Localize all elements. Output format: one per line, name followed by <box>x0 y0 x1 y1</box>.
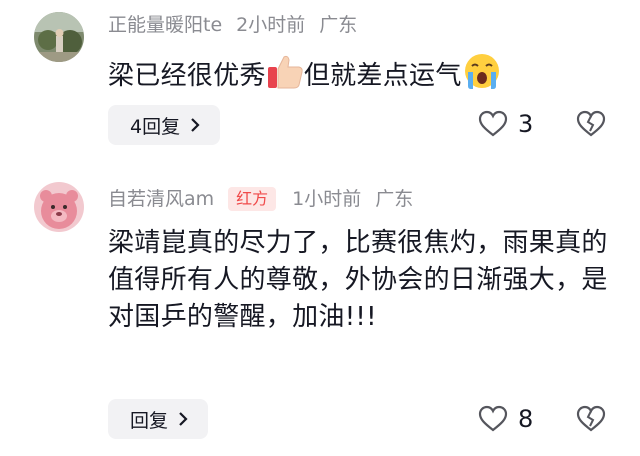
location: 广东 <box>375 188 414 210</box>
location: 广东 <box>319 14 358 36</box>
like-button[interactable]: 3 <box>478 110 533 138</box>
chevron-right-icon <box>191 118 200 132</box>
username[interactable]: 正能量暖阳te <box>108 14 222 36</box>
crying-face-icon <box>462 52 502 101</box>
heart-icon <box>478 405 508 432</box>
broken-heart-icon <box>576 405 606 432</box>
thumbs-up-icon <box>266 54 304 101</box>
comment-text: 梁靖崑真的尽力了，比赛很焦灼，雨果真的值得所有人的尊敬，外协会的日渐强大，是对国… <box>108 228 608 332</box>
fan-badge: 红方 <box>228 187 277 211</box>
reply-button[interactable]: 4回复 <box>108 105 221 145</box>
dislike-button[interactable] <box>576 110 606 142</box>
reply-button[interactable]: 回复 <box>108 399 209 439</box>
dislike-button[interactable] <box>576 405 606 437</box>
broken-heart-icon <box>576 110 606 137</box>
like-button[interactable]: 8 <box>478 405 533 433</box>
chevron-right-icon <box>179 412 188 426</box>
timestamp: 1小时前 <box>292 188 362 210</box>
heart-icon <box>478 110 508 137</box>
comment-meta: 自若清风am 红方 1小时前 广东 <box>108 186 427 212</box>
like-count: 8 <box>518 405 534 433</box>
like-count: 3 <box>518 110 534 138</box>
avatar[interactable] <box>34 182 84 232</box>
username[interactable]: 自若清风am <box>108 188 214 210</box>
avatar[interactable] <box>34 12 84 62</box>
comment-text: 梁已经很优秀 但就差点运气 <box>108 52 608 101</box>
comment-meta: 正能量暖阳te 2小时前 广东 <box>108 12 371 38</box>
timestamp: 2小时前 <box>236 14 306 36</box>
